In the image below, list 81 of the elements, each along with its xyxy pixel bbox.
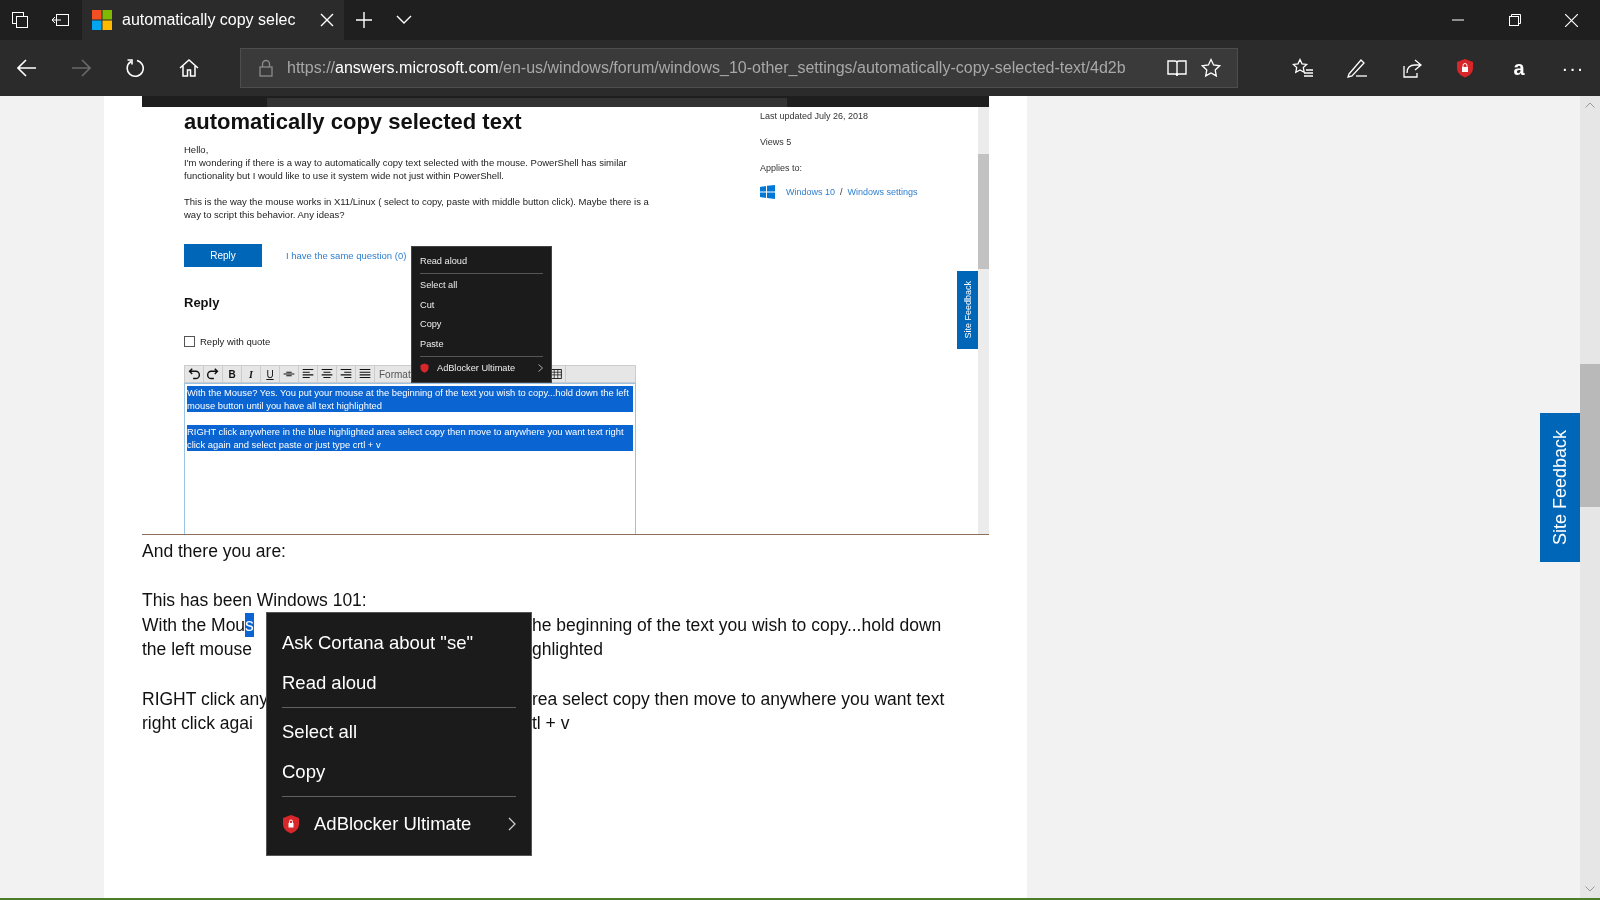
shield-icon: [1456, 58, 1474, 78]
tabs-aside-icon: [51, 12, 69, 28]
article-text: This has been Windows 101:: [142, 589, 367, 613]
close-icon: [1565, 13, 1578, 27]
editor-text: RIGHT click anywhere in the blue highlighted area select copy then move to anywhere you want text right click again and select paste or just type crtl + v: [187, 425, 633, 451]
breadcrumb-separator: /: [840, 187, 843, 197]
question-paragraph: I'm wondering if there is a way to automatically copy text selected with the mouse. PowerShell has similar functionality but I would like to use it system wide not just within PowerShell.: [184, 156, 628, 182]
close-tab-icon[interactable]: [320, 13, 334, 27]
article-text: rea select copy then move to anywhere you want text: [532, 687, 945, 711]
editor-text: With the Mouse? Yes. You put your mouse at the beginning of the text you wish to copy...hold down the left mouse button until you have all text highlighted: [187, 386, 633, 412]
minimize-icon: [1451, 19, 1464, 21]
menu-item[interactable]: Ask Cortana about "se": [267, 623, 531, 663]
chevron-down-icon: [396, 15, 412, 25]
chevron-right-icon: [538, 364, 543, 373]
windows-logo-icon: [92, 10, 112, 30]
menu-item[interactable]: Cut: [412, 295, 551, 315]
menu-item[interactable]: Select all: [267, 712, 531, 752]
format-dropdown[interactable]: Format: [375, 366, 415, 382]
article-text: the left mouse: [142, 638, 252, 662]
format-button[interactable]: B: [223, 366, 242, 382]
site-feedback-tab[interactable]: Site Feedback: [1540, 413, 1580, 562]
reply-editor[interactable]: [184, 383, 636, 534]
menu-item[interactable]: Read aloud: [267, 663, 531, 703]
menu-item[interactable]: Copy: [412, 314, 551, 334]
tabs-icon: [11, 11, 29, 29]
url-text: https://answers.microsoft.com/en-us/windows/forum/windows_10-other_settings/automatically-copy-selected-text/4d2b: [287, 59, 1127, 77]
scroll-thumb[interactable]: [978, 154, 989, 269]
favorite-star-icon[interactable]: [1201, 58, 1221, 78]
forward-arrow-icon: [71, 59, 91, 77]
more-button[interactable]: ···: [1546, 40, 1600, 96]
article-text: he beginning of the text you wish to copy...hold down: [532, 613, 942, 637]
article-text: And there you are:: [142, 540, 286, 563]
same-question-link[interactable]: I have the same question (0): [286, 250, 407, 261]
scrollbar[interactable]: [1580, 96, 1600, 898]
lock-icon: [259, 59, 273, 77]
category-link[interactable]: Windows 10: [786, 187, 836, 197]
menu-item[interactable]: Select all: [412, 275, 551, 295]
restore-icon: [1508, 14, 1521, 26]
menu-item[interactable]: AdBlocker Ultimate: [267, 801, 531, 847]
browser-tab[interactable]: automatically copy selec: [82, 0, 344, 40]
checkbox-label: Reply with quote: [200, 336, 271, 347]
scrollbar[interactable]: [978, 107, 989, 534]
menu-item[interactable]: Read aloud: [412, 251, 551, 271]
format-button[interactable]: U: [261, 366, 280, 382]
checkbox[interactable]: [184, 336, 195, 347]
menu-item[interactable]: Paste: [412, 334, 551, 354]
article-text: tl + v: [532, 712, 570, 736]
back-arrow-icon: [17, 59, 37, 77]
applies-label: Applies to:: [760, 163, 804, 175]
refresh-icon: [125, 58, 145, 78]
format-button[interactable]: I: [242, 366, 261, 382]
reading-view-icon[interactable]: [1167, 59, 1187, 77]
question-paragraph: This is the way the mouse works in X11/Linux ( select to copy, paste with middle button click). Maybe there is a way to script this behavior. Any ideas?: [184, 195, 650, 221]
menu-item[interactable]: Copy: [267, 752, 531, 792]
plus-icon: [355, 11, 373, 29]
shield-icon: [420, 363, 429, 374]
selected-text: s: [245, 612, 254, 638]
last-updated: Last updated July 26, 2018: [760, 111, 870, 123]
windows-logo-icon: [760, 185, 775, 199]
amazon-extension-button[interactable]: a: [1492, 40, 1546, 96]
share-icon: [1400, 58, 1422, 78]
chevron-right-icon: [508, 817, 516, 831]
article-text: RIGHT click any: [142, 687, 269, 711]
article-text: ghlighted: [532, 638, 604, 662]
home-icon: [179, 58, 199, 78]
scroll-thumb[interactable]: [1580, 364, 1600, 507]
address-bar[interactable]: https://answers.microsoft.com/en-us/windows/forum/windows_10-other_settings/automatically-copy-selected-text/4d2b: [240, 48, 1238, 88]
shield-icon: [282, 814, 300, 834]
redo-icon[interactable]: [204, 366, 223, 382]
pen-icon: [1346, 58, 1368, 78]
reply-button[interactable]: Reply: [184, 244, 262, 267]
question-title: automatically copy selected text: [184, 109, 523, 135]
site-feedback-tab[interactable]: Site Feedback: [957, 271, 978, 349]
menu-item[interactable]: AdBlocker Ultimate: [412, 358, 551, 378]
tab-title: automatically copy selec: [122, 11, 297, 29]
reply-heading: Reply: [184, 295, 220, 310]
views-count: Views 5: [760, 137, 793, 149]
favorites-list-icon: [1292, 58, 1314, 78]
article-text: right click agai: [142, 712, 253, 736]
question-paragraph: Hello,: [184, 143, 210, 156]
category-link[interactable]: Windows settings: [847, 187, 918, 197]
